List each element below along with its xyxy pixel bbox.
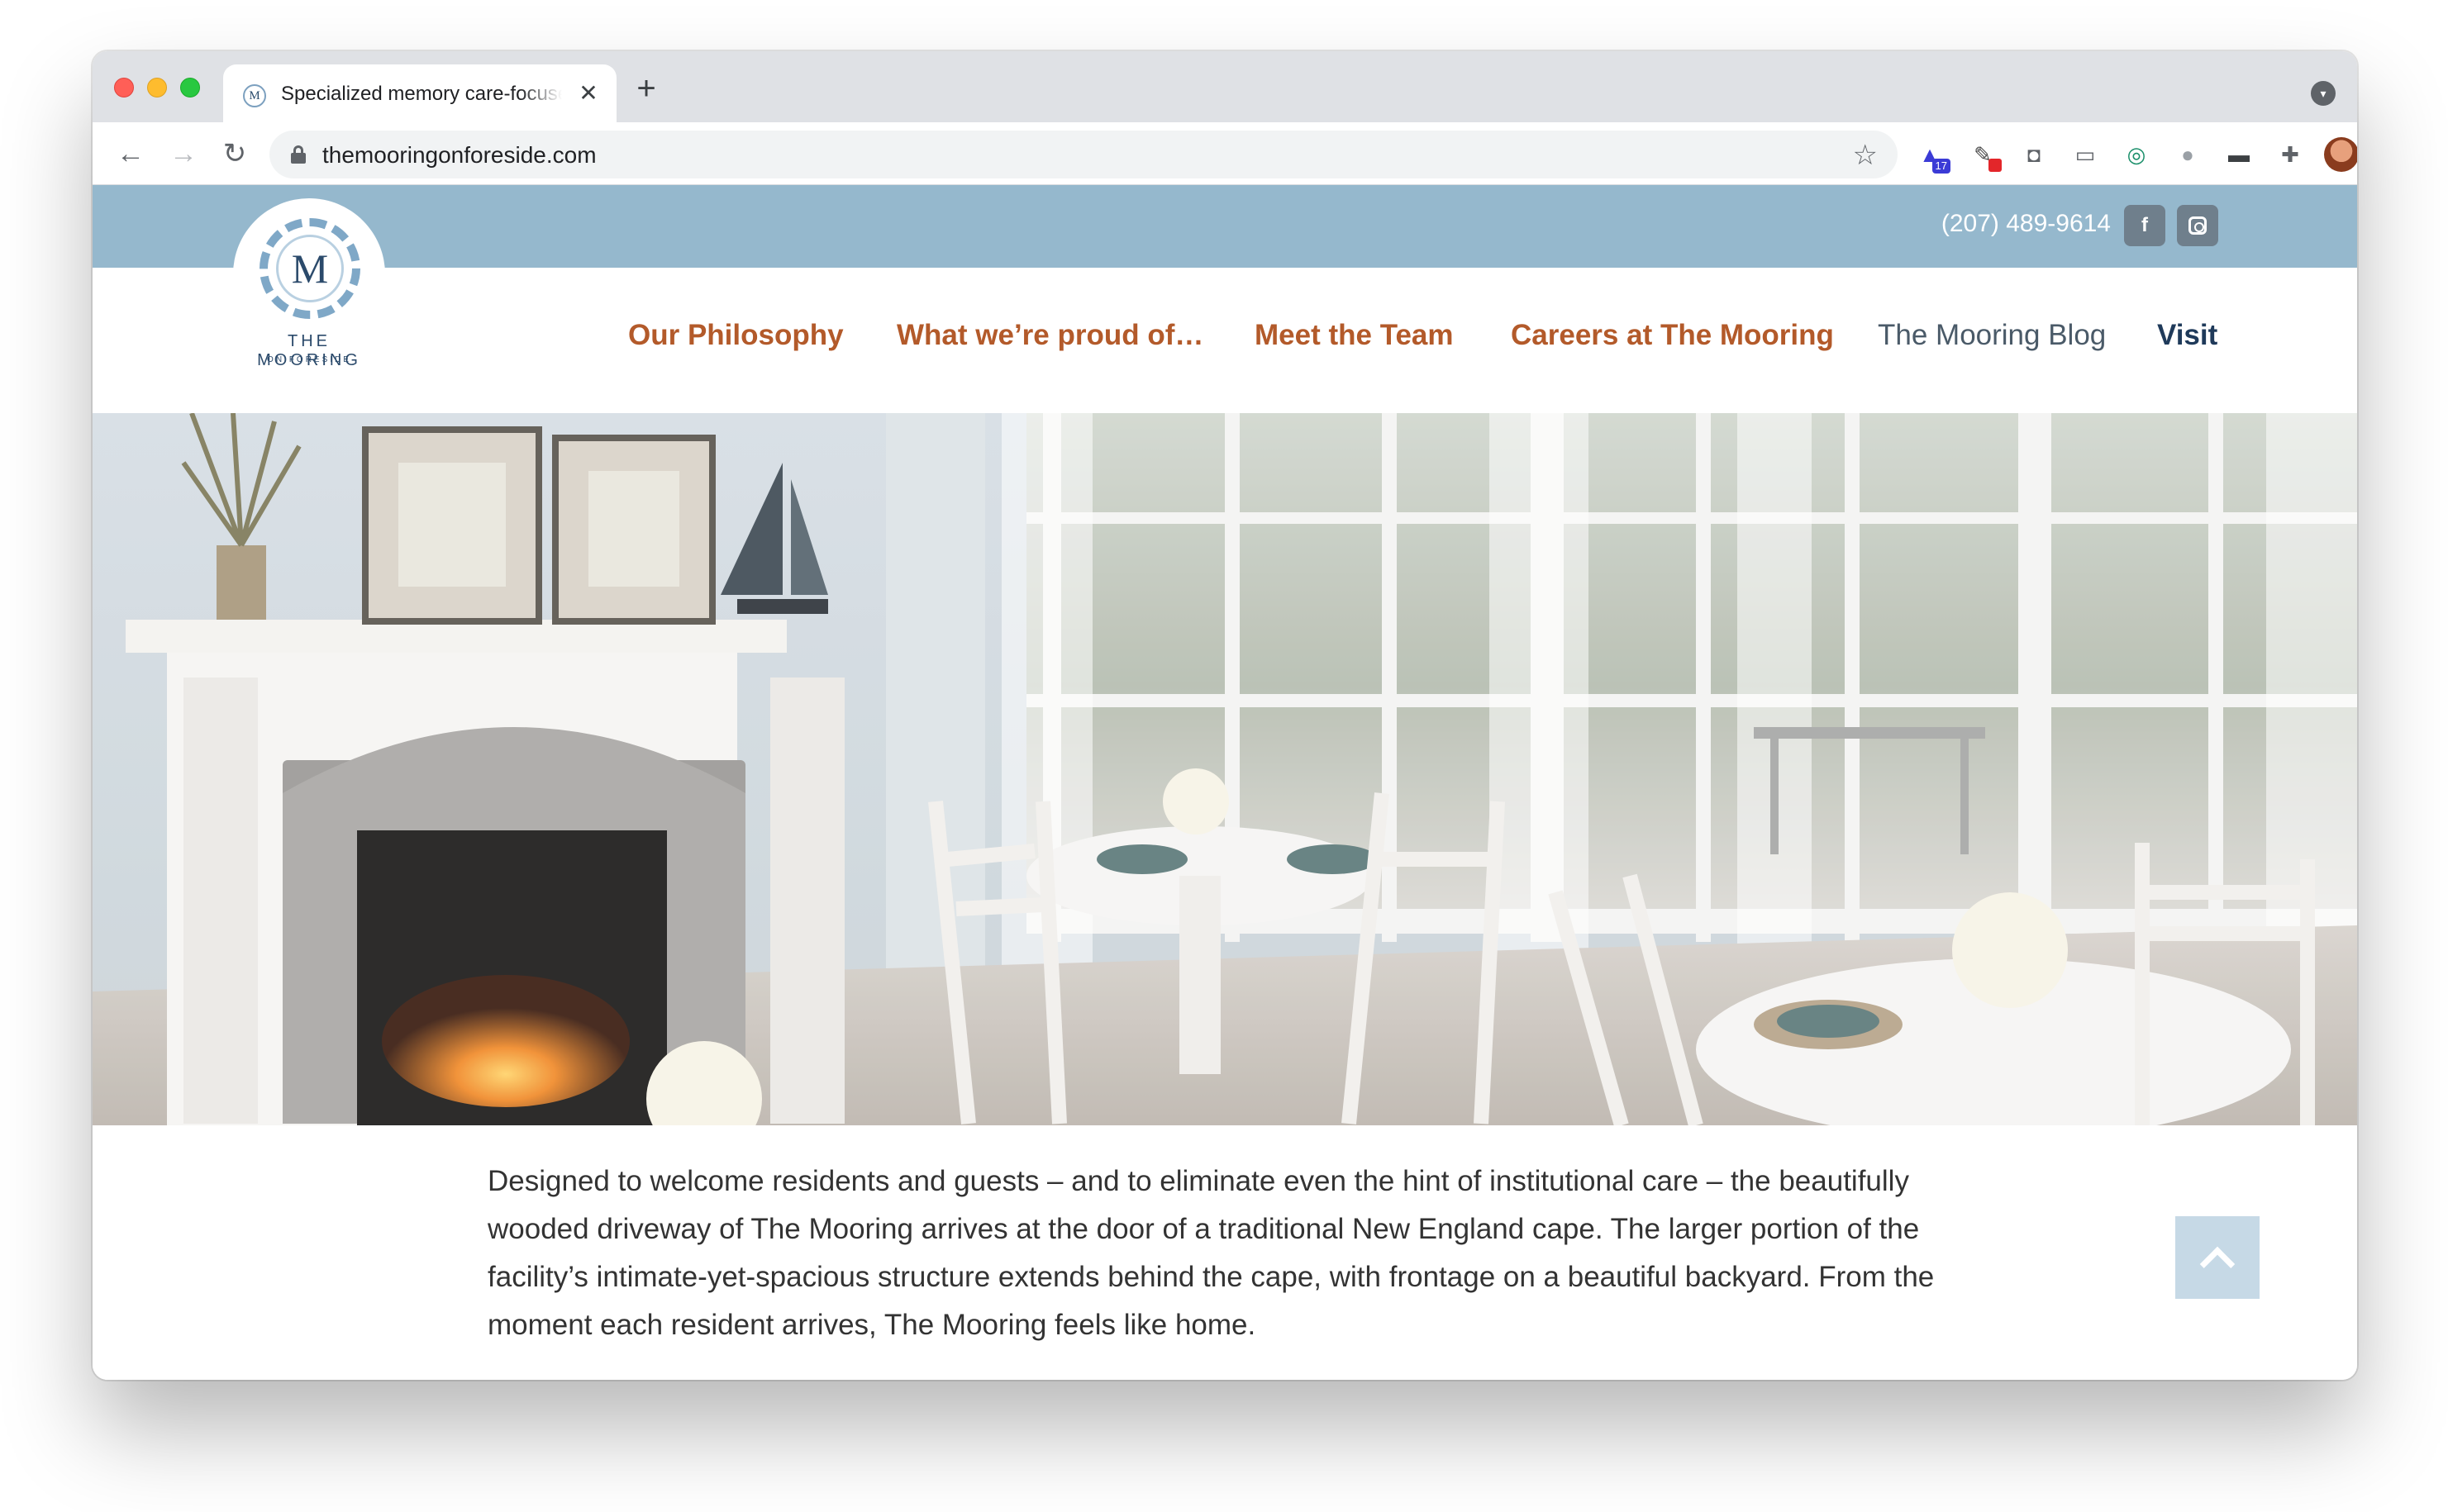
nav-what-were-proud-of[interactable]: What we’re proud of…: [897, 319, 1203, 352]
eyedropper-extension-icon[interactable]: ✎: [1967, 139, 2002, 172]
site-logo[interactable]: M THE MOORING ON FORESIDE: [233, 198, 385, 369]
bookmark-star-icon[interactable]: ☆: [1853, 139, 1878, 172]
nav-blog[interactable]: The Mooring Blog: [1878, 319, 2106, 352]
tab-strip: M Specialized memory care-focused ✕ + ▾: [93, 51, 2357, 122]
forward-arrow-icon[interactable]: →: [167, 137, 200, 170]
globe-extension-icon[interactable]: ◎: [2121, 139, 2152, 170]
tab-title: Specialized memory care-focused: [281, 83, 562, 105]
lock-icon[interactable]: [291, 145, 306, 164]
browser-window: M Specialized memory care-focused ✕ + ▾ …: [93, 51, 2357, 1380]
rope-ring-logo-icon: M: [260, 218, 360, 319]
hero-image: [93, 413, 2357, 1125]
logo-name: THE MOORING: [257, 332, 361, 369]
nav-our-philosophy[interactable]: Our Philosophy: [628, 319, 844, 352]
facebook-icon[interactable]: f: [2124, 205, 2165, 246]
tab-search-icon[interactable]: ▾: [2311, 81, 2336, 106]
nav-visit[interactable]: Visit: [2157, 319, 2217, 352]
graduation-cap-extension-icon[interactable]: ▲ 17: [1914, 139, 1950, 174]
window-maximize-button[interactable]: [180, 78, 200, 97]
favicon-icon: M: [243, 84, 266, 107]
phone-number-link[interactable]: (207) 489-9614: [1941, 210, 2111, 238]
window-close-button[interactable]: [114, 78, 134, 97]
intro-paragraph: Designed to welcome residents and guests…: [488, 1165, 1935, 1341]
back-to-top-button[interactable]: [2175, 1216, 2260, 1299]
chevron-up-icon: [2199, 1246, 2236, 1282]
extension-badge: 17: [1931, 159, 1950, 174]
tab-close-icon[interactable]: ✕: [575, 79, 602, 106]
website-viewport: (207) 489-9614 f M THE MOORING ON FORESI…: [93, 185, 2357, 1380]
logo-letter: M: [276, 235, 344, 302]
dining-room-photo: [93, 413, 2357, 1125]
window-minimize-button[interactable]: [147, 78, 167, 97]
new-tab-button[interactable]: +: [631, 72, 661, 105]
logo-subtitle: ON FORESIDE: [267, 355, 351, 364]
reload-icon[interactable]: ↻: [218, 137, 251, 170]
camera-extension-icon[interactable]: ◘: [2018, 139, 2050, 170]
browser-tab[interactable]: M Specialized memory care-focused ✕: [223, 64, 617, 122]
nav-meet-the-team[interactable]: Meet the Team: [1255, 319, 1454, 352]
url-text[interactable]: themooringonforeside.com: [322, 142, 597, 169]
password-extension-icon[interactable]: ▬: [2223, 139, 2255, 170]
screen-capture-extension-icon[interactable]: ▭: [2069, 139, 2101, 170]
nav-careers[interactable]: Careers at The Mooring: [1511, 319, 1834, 352]
browser-toolbar: ← → ↻ themooringonforeside.com ☆ ▲ 17 ✎ …: [93, 122, 2357, 185]
speech-bubble-extension-icon[interactable]: ●: [2172, 139, 2203, 170]
address-bar[interactable]: themooringonforeside.com ☆: [269, 131, 1898, 178]
extensions-puzzle-icon[interactable]: ✚: [2274, 139, 2306, 170]
instagram-icon[interactable]: [2177, 205, 2218, 246]
back-arrow-icon[interactable]: ←: [114, 137, 147, 170]
site-top-bar: (207) 489-9614 f: [93, 185, 2357, 268]
profile-avatar[interactable]: [2324, 137, 2357, 172]
